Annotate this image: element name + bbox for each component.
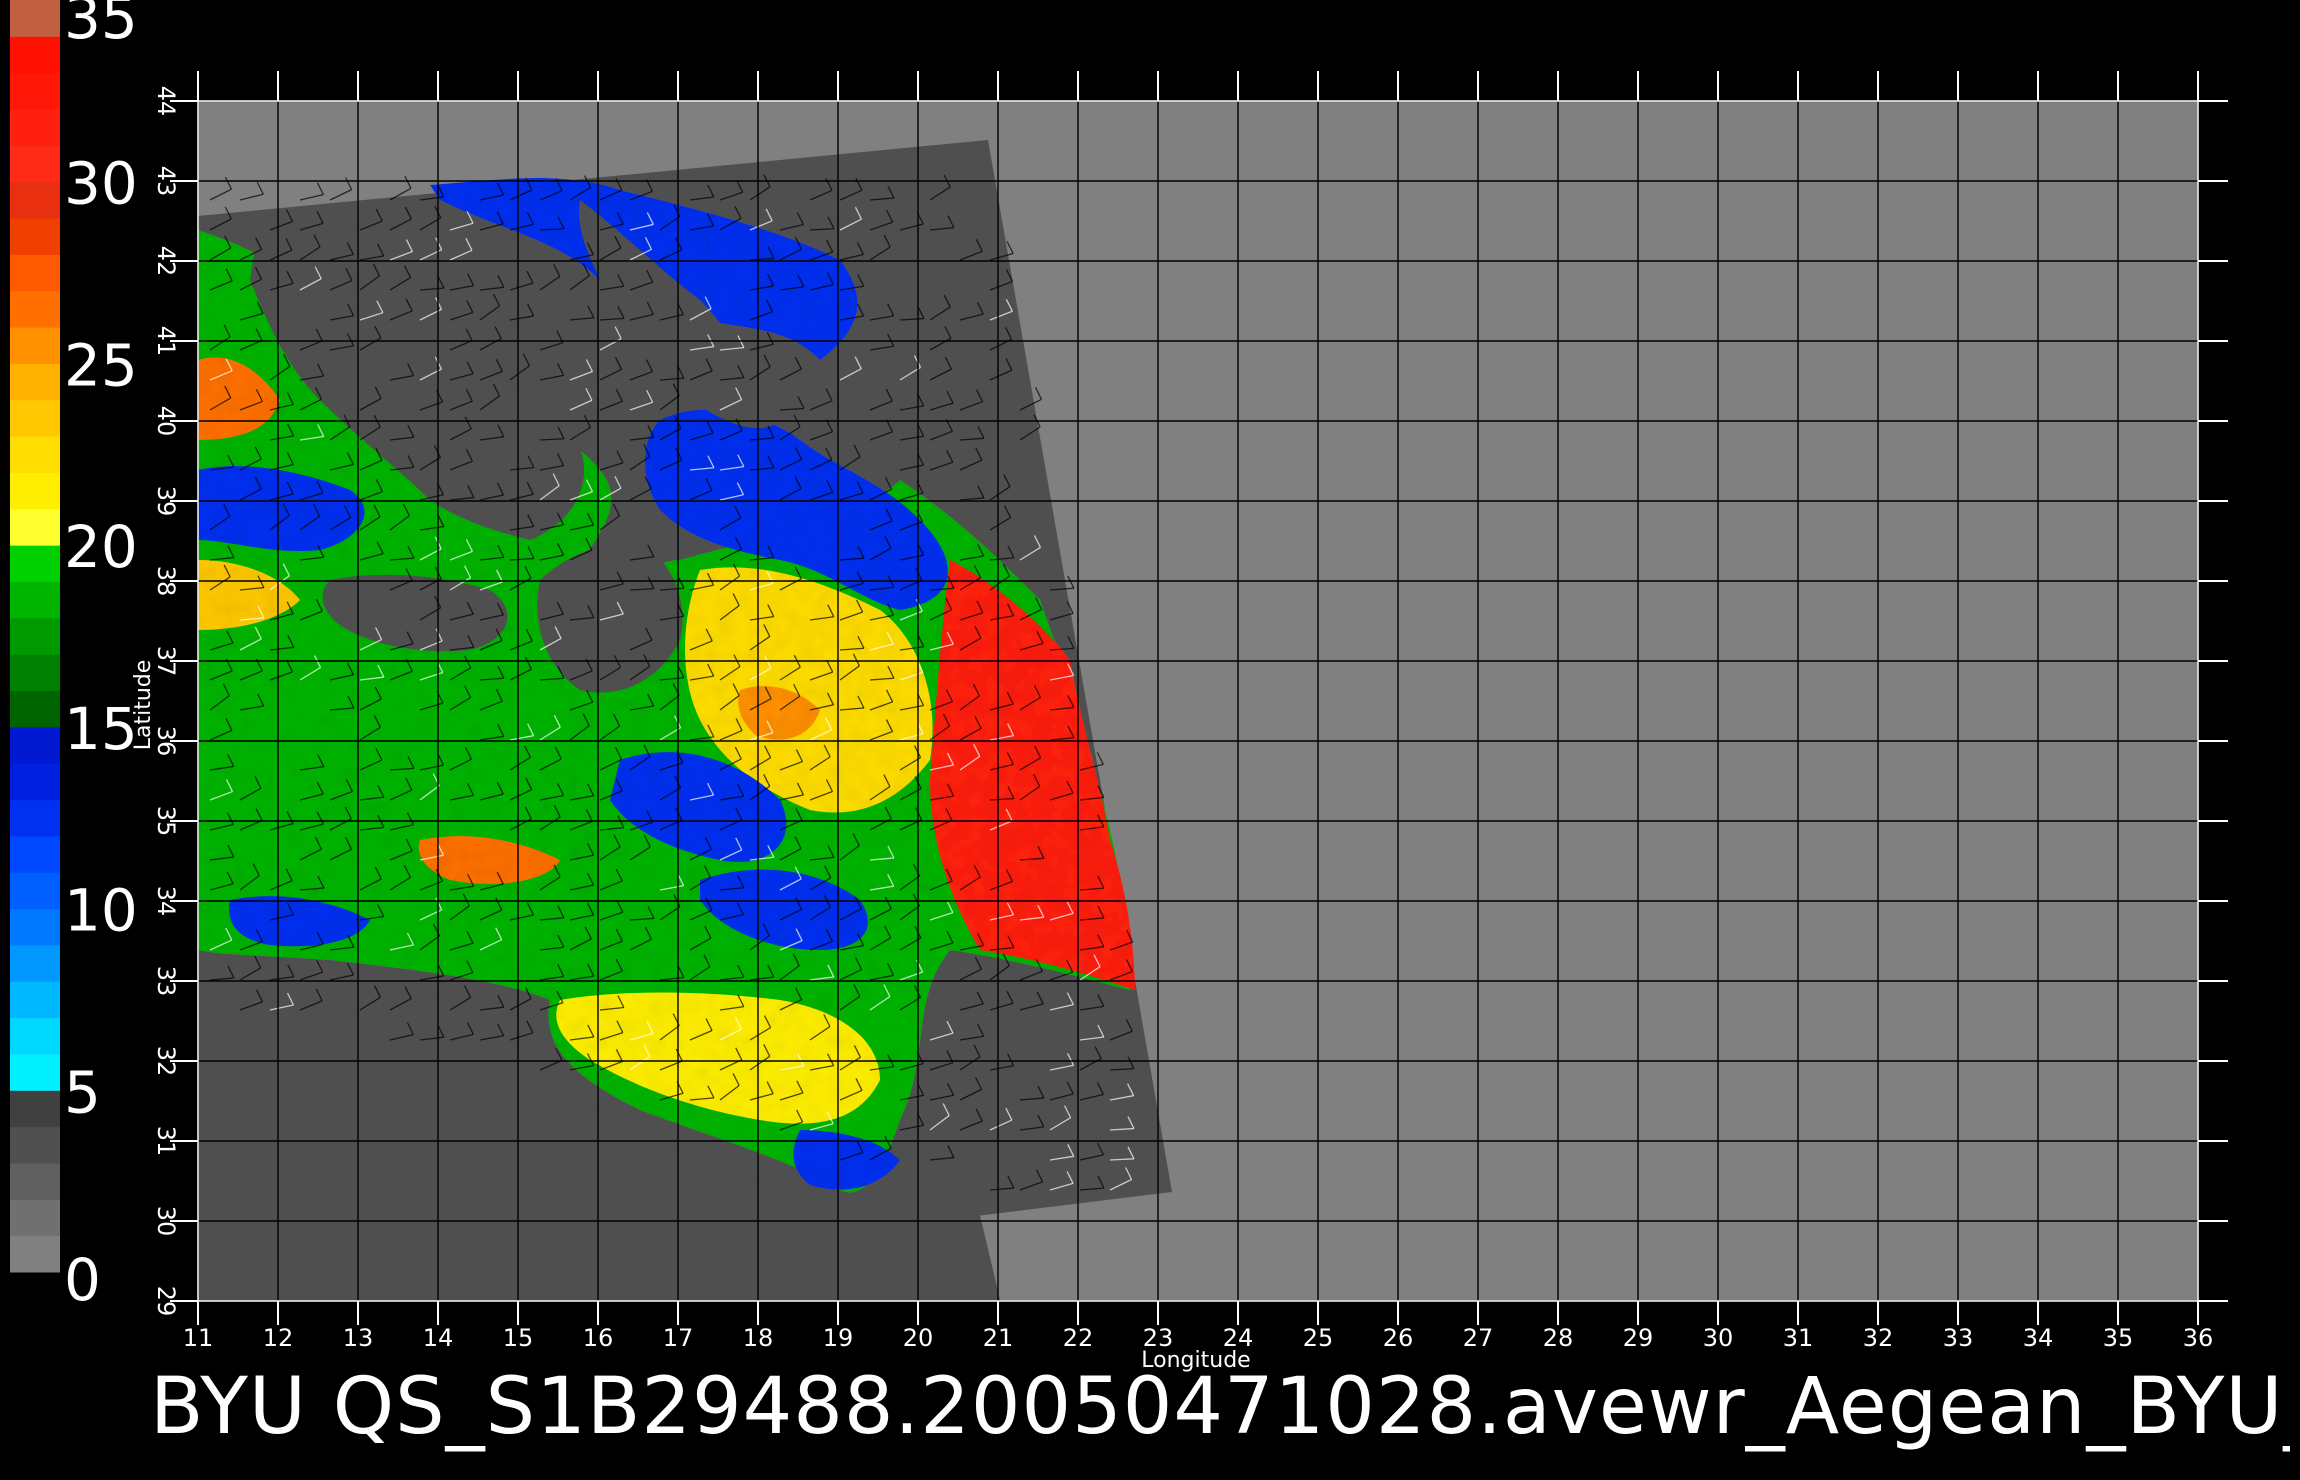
- y-tick-label: 31: [152, 1126, 180, 1157]
- colorbar-tick-label: 20: [64, 513, 138, 581]
- y-tick-label: 34: [152, 886, 180, 917]
- colorbar: [10, 0, 60, 1273]
- colorbar-band: [10, 36, 60, 74]
- colorbar-band: [10, 690, 60, 728]
- y-tick-label: 43: [152, 166, 180, 197]
- x-tick-label: 17: [663, 1324, 694, 1352]
- y-tick-label: 30: [152, 1206, 180, 1237]
- x-tick-label: 14: [423, 1324, 454, 1352]
- colorbar-band: [10, 944, 60, 982]
- colorbar-band: [10, 835, 60, 873]
- x-tick-label: 34: [2023, 1324, 2054, 1352]
- colorbar-band: [10, 399, 60, 437]
- colorbar-band: [10, 872, 60, 910]
- x-tick-label: 13: [343, 1324, 374, 1352]
- colorbar-band: [10, 1053, 60, 1091]
- colorbar-band: [10, 0, 60, 37]
- x-tick-label: 33: [1943, 1324, 1974, 1352]
- x-tick-label: 21: [983, 1324, 1014, 1352]
- colorbar-band: [10, 72, 60, 110]
- colorbar-band: [10, 1162, 60, 1200]
- colorbar-band: [10, 908, 60, 946]
- y-tick-label: 38: [152, 566, 180, 597]
- colorbar-band: [10, 327, 60, 364]
- y-axis-label: Latitude: [131, 660, 156, 751]
- colorbar-band: [10, 254, 60, 292]
- colorbar-band: [10, 218, 60, 255]
- colorbar-labels: 35 30 25 20 15 10 5 0: [64, 0, 138, 1314]
- colorbar-tick-label: 0: [64, 1246, 101, 1314]
- x-tick-label: 27: [1463, 1324, 1494, 1352]
- colorbar-band: [10, 363, 60, 401]
- x-tick-label: 16: [583, 1324, 614, 1352]
- colorbar-band: [10, 1235, 60, 1273]
- colorbar-band: [10, 654, 60, 692]
- colorbar-band: [10, 726, 60, 764]
- x-tick-label: 26: [1383, 1324, 1414, 1352]
- colorbar-band: [10, 763, 60, 801]
- map-figure: 35 30 25 20 15 10 5 0 11 12 13 14 15 16 17 18 1…: [10, 0, 2228, 1373]
- y-tick-label: 36: [152, 726, 180, 757]
- colorbar-band: [10, 617, 60, 655]
- colorbar-band: [10, 508, 60, 546]
- y-tick-label: 33: [152, 966, 180, 997]
- colorbar-band: [10, 1126, 60, 1164]
- x-tick-label: 36: [2183, 1324, 2214, 1352]
- colorbar-band: [10, 109, 60, 146]
- colorbar-tick-label: 10: [64, 877, 138, 945]
- y-tick-label: 44: [152, 86, 180, 117]
- y-tick-label: 41: [152, 326, 180, 357]
- colorbar-band: [10, 290, 60, 328]
- y-tick-label: 39: [152, 486, 180, 517]
- x-tick-label: 32: [1863, 1324, 1894, 1352]
- colorbar-band: [10, 472, 60, 510]
- y-tick-label: 37: [152, 646, 180, 677]
- x-tick-label: 20: [903, 1324, 934, 1352]
- y-tick-label: 40: [152, 406, 180, 437]
- colorbar-band: [10, 799, 60, 837]
- colorbar-band: [10, 581, 60, 619]
- x-tick-label: 22: [1063, 1324, 1094, 1352]
- page: 35 30 25 20 15 10 5 0 11 12 13 14 15 16 …: [0, 0, 2300, 1480]
- x-tick-label: 29: [1623, 1324, 1654, 1352]
- y-tick-label: 32: [152, 1046, 180, 1077]
- footer-caption: BYU QS_S1B29488.20050471028.avewr_Aegean…: [150, 1362, 2290, 1452]
- x-tick-label: 30: [1703, 1324, 1734, 1352]
- colorbar-tick-label: 30: [64, 150, 138, 218]
- x-tick-label: 31: [1783, 1324, 1814, 1352]
- y-tick-label: 29: [152, 1286, 180, 1317]
- y-tick-label: 42: [152, 246, 180, 277]
- colorbar-tick-label: 35: [64, 0, 138, 52]
- colorbar-band: [10, 436, 60, 473]
- x-tick-label: 15: [503, 1324, 534, 1352]
- y-tick-label: 35: [152, 806, 180, 837]
- colorbar-band: [10, 981, 60, 1019]
- colorbar-band: [10, 145, 60, 183]
- x-tick-label: 25: [1303, 1324, 1334, 1352]
- colorbar-band: [10, 1017, 60, 1055]
- x-tick-label: 19: [823, 1324, 854, 1352]
- colorbar-tick-label: 15: [64, 695, 138, 763]
- colorbar-band: [10, 1090, 60, 1128]
- x-tick-label: 12: [263, 1324, 294, 1352]
- colorbar-band: [10, 545, 60, 582]
- colorbar-band: [10, 181, 60, 219]
- x-tick-label: 11: [183, 1324, 214, 1352]
- colorbar-tick-label: 5: [64, 1058, 101, 1126]
- x-tick-label: 28: [1543, 1324, 1574, 1352]
- x-tick-label: 18: [743, 1324, 774, 1352]
- colorbar-tick-label: 25: [64, 331, 138, 399]
- x-tick-label: 35: [2103, 1324, 2134, 1352]
- colorbar-band: [10, 1199, 60, 1237]
